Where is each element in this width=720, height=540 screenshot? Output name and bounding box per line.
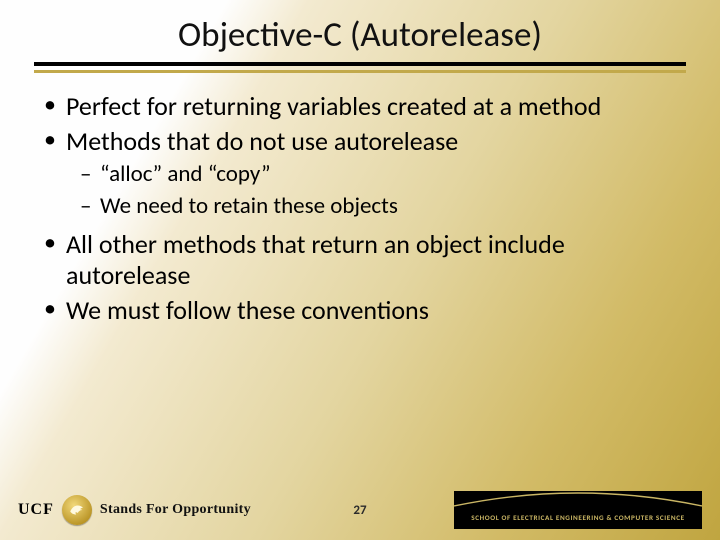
bullet-text: Methods that do not use autorelease xyxy=(66,125,458,157)
bullet-item: Perfect for returning variables created … xyxy=(42,91,686,122)
bullet-item: We must follow these conventions xyxy=(42,295,686,326)
bullet-list: Perfect for returning variables created … xyxy=(34,91,686,325)
ucf-tagline: Stands For Opportunity xyxy=(100,502,251,518)
slide-title: Objective-C (Autorelease) xyxy=(34,14,686,56)
title-rule xyxy=(34,62,686,73)
eecs-logo: SCHOOL OF ELECTRICAL ENGINEERING & COMPU… xyxy=(454,491,702,529)
bullet-item: Methods that do not use autorelease “all… xyxy=(42,126,686,222)
ucf-wordmark: UCF xyxy=(18,501,54,519)
sub-bullet-item: We need to retain these objects xyxy=(80,192,686,221)
bullet-item: All other methods that return an object … xyxy=(42,229,686,290)
pegasus-icon xyxy=(62,495,92,525)
footer: UCF Stands For Opportunity 27 SCHOOL OF … xyxy=(0,488,720,532)
sub-bullet-item: “alloc” and “copy” xyxy=(80,160,686,189)
sub-bullet-list: “alloc” and “copy” We need to retain the… xyxy=(66,160,686,221)
eecs-text: SCHOOL OF ELECTRICAL ENGINEERING & COMPU… xyxy=(471,513,685,522)
ucf-logo-block: UCF Stands For Opportunity xyxy=(18,495,251,525)
slide: Objective-C (Autorelease) Perfect for re… xyxy=(0,0,720,540)
